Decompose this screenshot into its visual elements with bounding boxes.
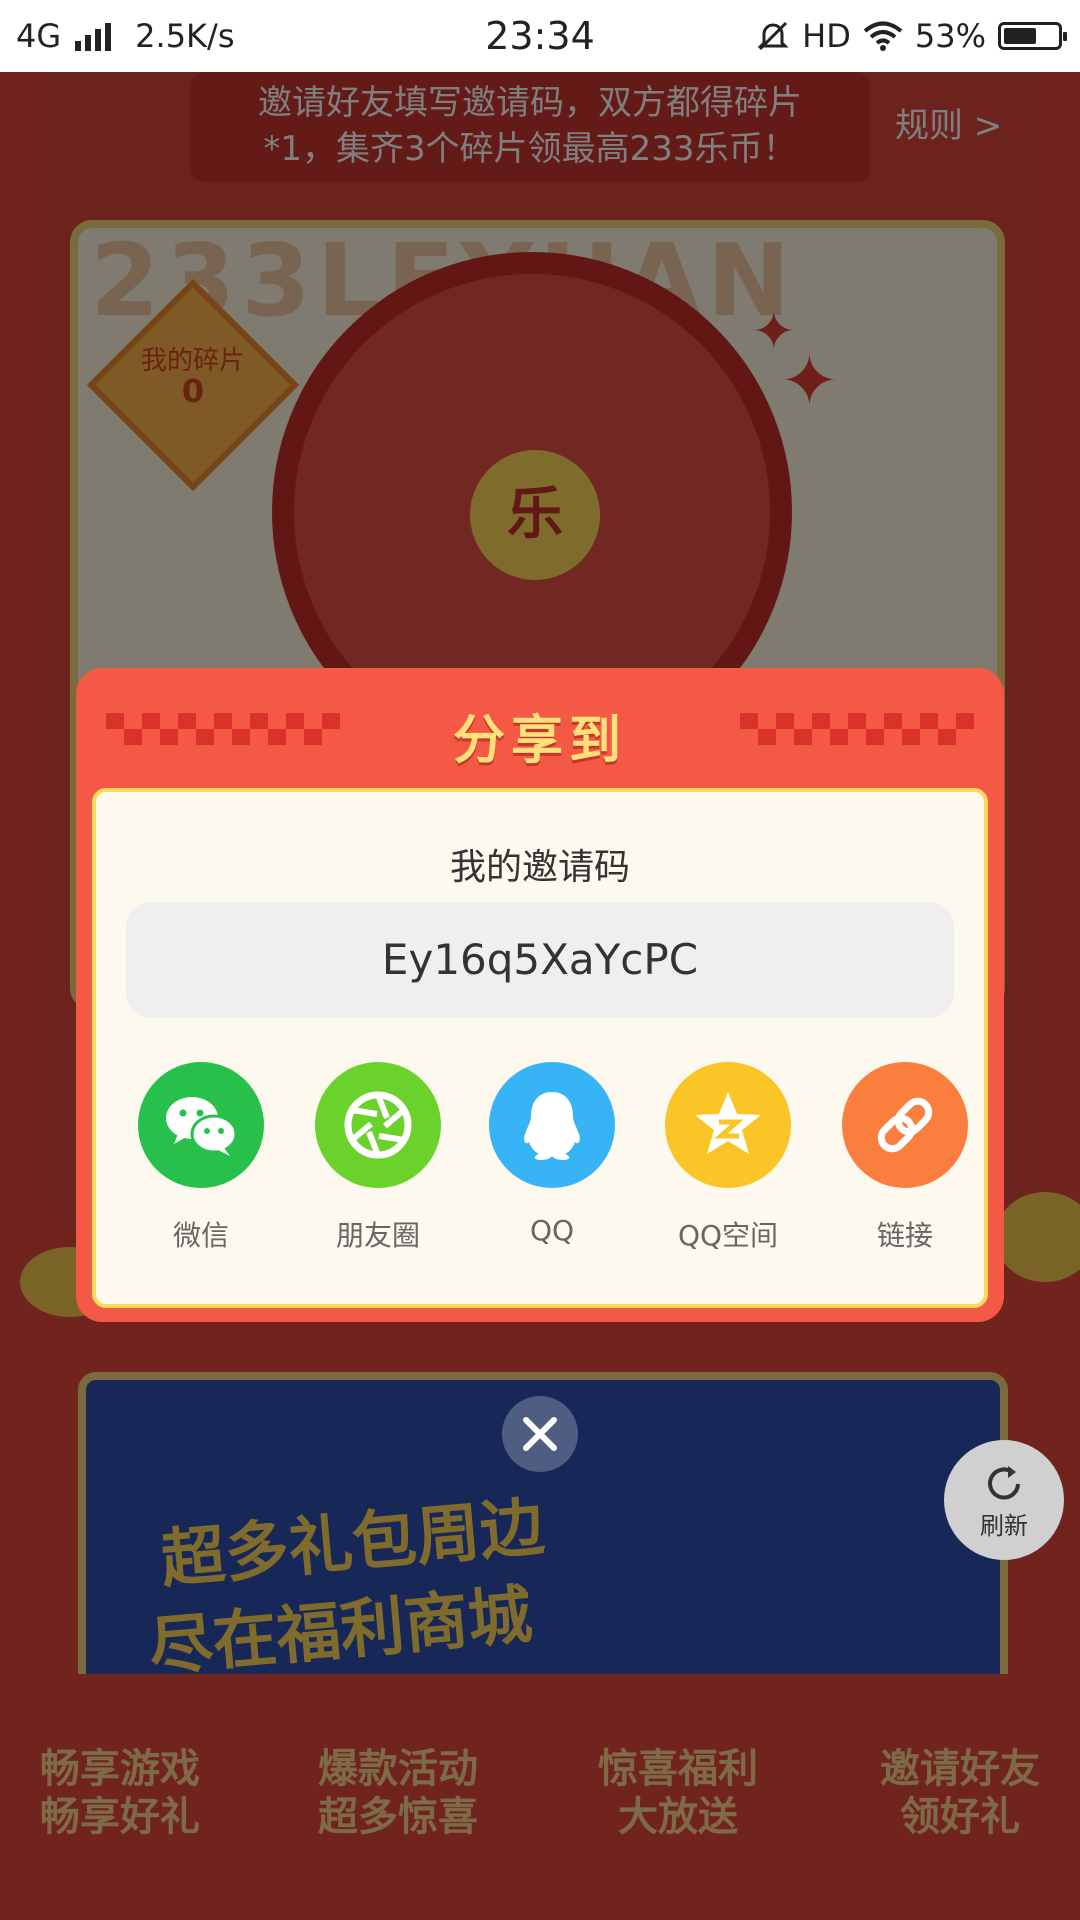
invite-code-heading: 我的邀请码 [449, 847, 630, 888]
share-dialog: 分享到 我的邀请码 Ey16q5XaYcPC 微信 朋友圈 QQ QQ空间 链接 [76, 668, 1004, 1322]
status-bar: 4G 2.5K/s 23:34 HD 53% [0, 0, 1080, 72]
network-speed: 2.5K/s [135, 17, 235, 55]
share-options: 微信 朋友圈 QQ QQ空间 链接 [96, 1062, 984, 1252]
link-icon [842, 1062, 968, 1188]
refresh-icon [988, 1466, 1020, 1500]
qq-icon [489, 1062, 615, 1188]
checker-decoration [740, 713, 974, 745]
network-type: 4G [16, 17, 62, 55]
invite-code-field[interactable]: Ey16q5XaYcPC [126, 902, 954, 1018]
share-label: 朋友圈 [335, 1219, 420, 1252]
share-label: QQ空间 [677, 1219, 779, 1252]
close-icon [523, 1417, 557, 1451]
battery-icon [998, 22, 1067, 50]
wechat-icon [138, 1062, 264, 1188]
share-qq-button[interactable]: QQ [477, 1062, 627, 1247]
share-moments-button[interactable]: 朋友圈 [303, 1062, 453, 1254]
close-dialog-button[interactable] [502, 1396, 578, 1472]
share-label: 微信 [172, 1219, 229, 1252]
refresh-label: 刷新 [980, 1512, 1028, 1540]
share-wechat-button[interactable]: 微信 [126, 1062, 276, 1254]
bell-off-icon [757, 21, 789, 51]
qzone-icon [665, 1062, 791, 1188]
share-label: QQ [529, 1214, 575, 1247]
battery-percent: 53% [914, 17, 986, 55]
share-qzone-button[interactable]: QQ空间 [653, 1062, 803, 1254]
share-link-button[interactable]: 链接 [830, 1062, 980, 1254]
hd-indicator: HD [802, 17, 851, 55]
dialog-content: 我的邀请码 Ey16q5XaYcPC 微信 朋友圈 QQ QQ空间 链接 [92, 788, 988, 1308]
signal-icon [75, 21, 112, 51]
share-label: 链接 [876, 1219, 933, 1252]
wifi-icon [863, 21, 903, 51]
moments-icon [315, 1062, 441, 1188]
refresh-button[interactable]: 刷新 [944, 1440, 1064, 1560]
